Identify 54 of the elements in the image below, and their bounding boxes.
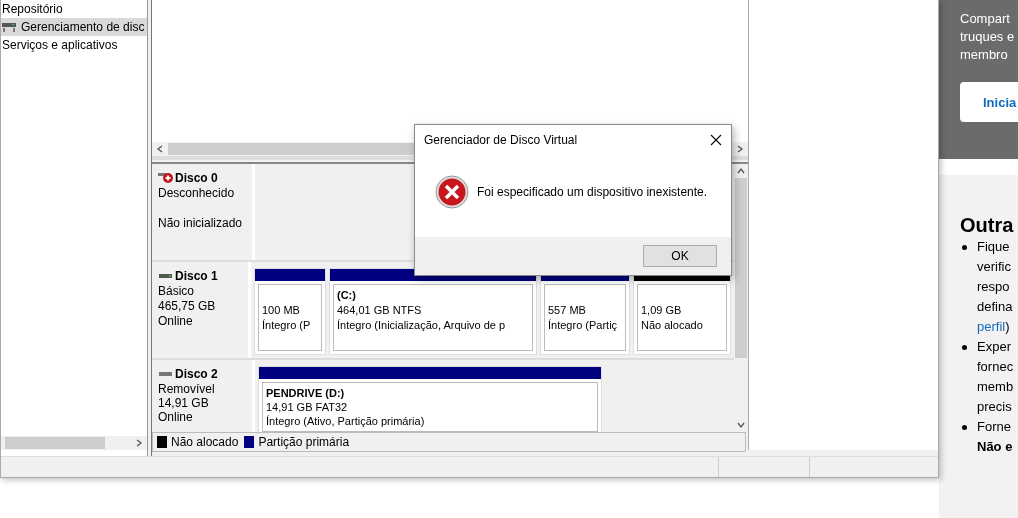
disk-type: Removível: [158, 382, 215, 396]
bullet-text: respo: [977, 278, 1010, 294]
banner-text: Compart: [960, 10, 1011, 28]
bullet-text: precis: [977, 398, 1012, 414]
bullet-text: ): [1005, 318, 1010, 334]
partition-status: Íntegro (P: [262, 318, 311, 333]
tree-item[interactable]: Gerenciamento de disc: [1, 18, 147, 36]
partition-label: (C:): [337, 288, 356, 303]
bullet-text: memb: [977, 378, 1014, 394]
bullet-text: verific: [977, 258, 1011, 274]
bullet-text: Exper: [977, 338, 1011, 354]
partition-block[interactable]: 100 MB Íntegro (P: [254, 268, 326, 355]
disk-state: Não inicializado: [158, 216, 243, 230]
disk-size: 14,91 GB: [158, 396, 209, 410]
start-button[interactable]: Inicia: [960, 82, 1018, 122]
partition-size: 14,91 GB FAT32: [266, 400, 348, 414]
dialog-message: Foi especificado um dispositivo inexistente.: [477, 185, 708, 199]
partition-size: 464,01 GB NTFS: [337, 303, 422, 318]
dialog-title: Gerenciador de Disco Virtual: [424, 133, 578, 147]
partition-size: 1,09 GB: [641, 303, 682, 318]
bullet-text: defina: [977, 298, 1013, 314]
partition-block[interactable]: (C:) 464,01 GB NTFS Íntegro (Inicialização, Arquivo de p: [329, 268, 537, 355]
section-heading: Outra: [960, 212, 1015, 237]
legend-label: Não alocado: [171, 435, 239, 449]
disk-info-panel[interactable]: Disco 1 Básico 465,75 GB Online: [152, 262, 251, 358]
disk-name: Disco 2: [175, 367, 218, 381]
banner-text: membro: [960, 46, 1009, 64]
partition-size: 557 MB: [548, 303, 586, 318]
partition-status: Íntegro (Ativo, Partição primária): [266, 414, 425, 428]
disk-name: Disco 0: [175, 171, 218, 185]
tree-item[interactable]: Serviços e aplicativos: [1, 36, 147, 54]
ok-button[interactable]: OK: [643, 245, 717, 267]
bullet-text: Fique: [977, 238, 1010, 254]
partition-block[interactable]: PENDRIVE (D:) 14,91 GB FAT32 Íntegro (Ativo, Partição primária): [258, 366, 602, 432]
partition-status: Íntegro (Inicialização, Arquivo de p: [337, 318, 506, 333]
disk-type: Básico: [158, 284, 195, 298]
disk-state: Online: [158, 410, 193, 424]
profile-link[interactable]: perfil: [977, 318, 1006, 334]
bullet-text: Forne: [977, 418, 1011, 434]
partition-status: Não alocado: [641, 318, 703, 333]
partition-label: PENDRIVE (D:): [266, 386, 345, 400]
bullet-text: Não e: [977, 438, 1013, 454]
partition-status: Íntegro (Partiç: [548, 318, 618, 333]
partition-size: 100 MB: [262, 303, 300, 318]
tree-item[interactable]: Repositório: [1, 0, 147, 18]
legend-label: Partição primária: [258, 435, 350, 449]
disk-state: Online: [158, 314, 193, 328]
disk-name: Disco 1: [175, 269, 218, 283]
bullet-text: fornec: [977, 358, 1014, 374]
disk-size: 465,75 GB: [158, 299, 216, 313]
banner-text: truques e: [960, 28, 1016, 46]
disk-info-panel[interactable]: Disco 2 Removível 14,91 GB Online: [152, 360, 255, 432]
disk-type: Desconhecido: [158, 186, 235, 200]
disk-info-panel[interactable]: Disco 0 Desconhecido Não inicializado: [152, 164, 255, 260]
